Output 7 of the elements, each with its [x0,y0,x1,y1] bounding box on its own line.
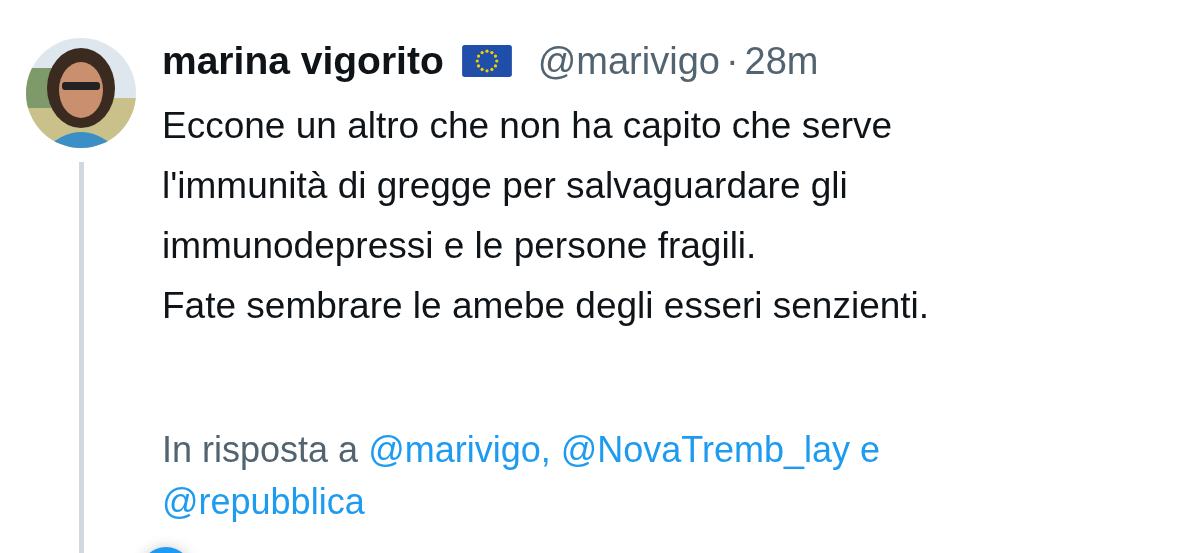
flag-icon [461,45,512,77]
author-handle[interactable]: @marivigo [537,39,720,83]
separator-dot: · [725,39,739,83]
post-time[interactable]: 28m [744,39,819,83]
reply-context-text: In risposta a @marivigo, @NovaTremb_lay e @repubblica [162,428,882,524]
tweet-text: Eccone un altro che non ha capito che serve l'immunità di gregge per salvaguardare gli immunodepressi e le persone fragili. Fate sembrare le amebe degli esseri senzienti. [162,104,931,328]
author-name[interactable]: marina vigorito [162,39,444,83]
